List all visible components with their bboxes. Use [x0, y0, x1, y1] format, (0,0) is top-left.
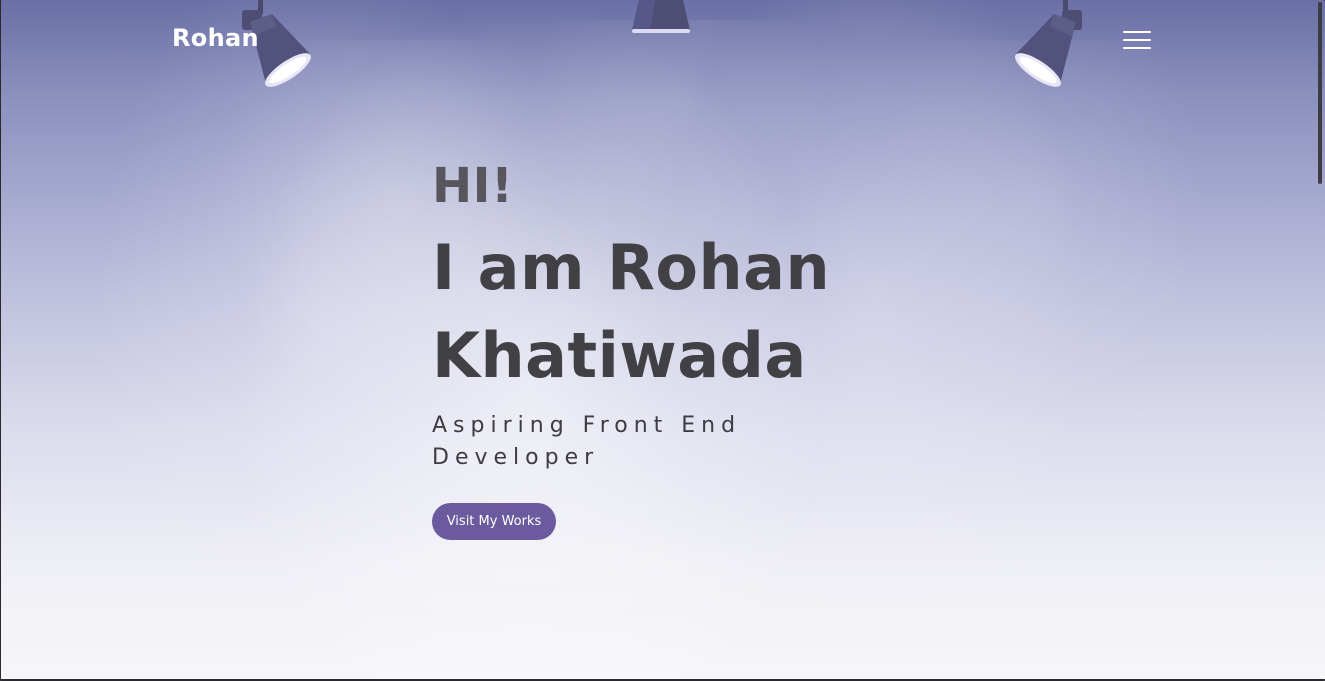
hero-name-line2: Khatiwada [432, 319, 807, 392]
menu-bar-top [1123, 31, 1151, 33]
window-left-edge [0, 0, 1, 681]
page-scrollbar[interactable] [1316, 0, 1325, 681]
visit-my-works-button[interactable]: Visit My Works [432, 503, 556, 540]
spotlight-lamp-right-icon [1015, 0, 1082, 87]
spotlight-lamp-center-icon [632, 0, 690, 33]
scrollbar-thumb[interactable] [1318, 2, 1322, 184]
menu-bar-middle [1123, 39, 1151, 41]
hero-name: I am Rohan Khatiwada [432, 224, 992, 400]
hero-name-line1: I am Rohan [432, 231, 831, 304]
hero-content: HI! I am Rohan Khatiwada Aspiring Front … [432, 150, 992, 474]
hero-greeting: HI! [432, 158, 514, 214]
site-logo[interactable]: Rohan [172, 24, 259, 52]
hamburger-menu-icon[interactable] [1123, 30, 1151, 50]
menu-bar-bottom [1123, 47, 1151, 49]
hero-tagline: Aspiring Front End Developer [432, 413, 742, 470]
hero-section: Rohan HI! I am Rohan Khatiwada Aspiring … [0, 0, 1325, 681]
